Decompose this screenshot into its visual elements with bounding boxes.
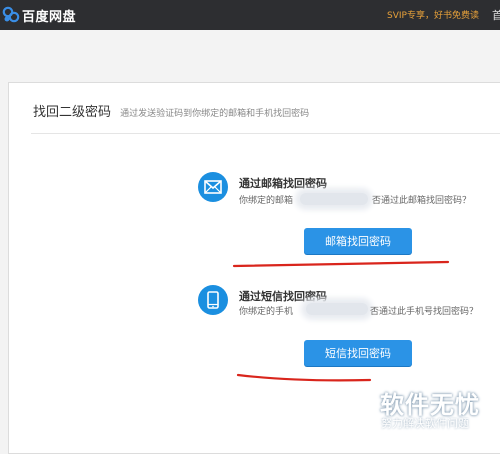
watermark-subtitle: 努力解决软件问题 <box>381 417 469 430</box>
red-annotation-lines <box>232 260 450 382</box>
